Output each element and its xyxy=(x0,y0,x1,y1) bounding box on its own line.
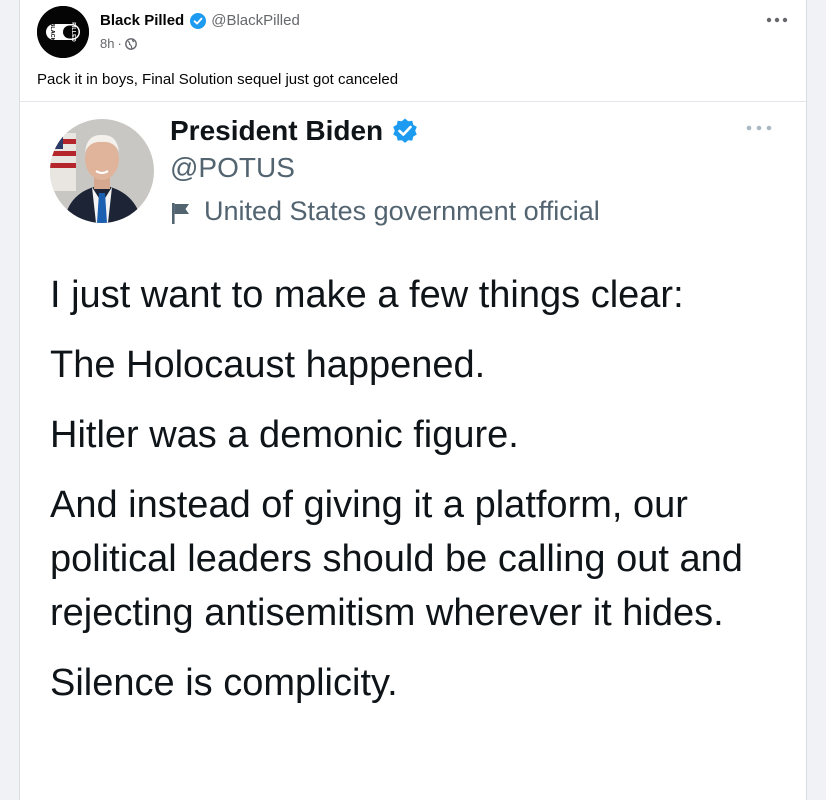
tweet-author-name: President Biden xyxy=(170,114,419,148)
tweet-paragraph: The Holocaust happened. xyxy=(50,344,486,386)
verified-badge-icon xyxy=(190,13,207,29)
author-handle[interactable]: @BlackPilled xyxy=(211,11,300,31)
government-label: United States government official xyxy=(170,194,600,228)
more-options-button[interactable] xyxy=(762,8,792,32)
tweet-body: I just want to make a few things clear: … xyxy=(50,268,770,726)
avatar-text-left: BLACK xyxy=(49,22,55,41)
tweet-author-handle: @POTUS xyxy=(170,152,295,183)
post-header: BLACK PILLED Black Pilled @BlackPilled 8… xyxy=(20,0,806,64)
more-horizontal-icon xyxy=(766,17,788,23)
tweet-author-name-text: President Biden xyxy=(170,115,384,146)
tweet-paragraph: Hitler was a demonic figure. xyxy=(50,414,519,456)
globe-icon[interactable] xyxy=(124,38,137,50)
author-name[interactable]: Black Pilled xyxy=(100,11,184,31)
tweet-paragraph: I just want to make a few things clear: xyxy=(50,274,684,316)
more-horizontal-icon xyxy=(746,125,772,131)
post-card: BLACK PILLED Black Pilled @BlackPilled 8… xyxy=(19,0,807,800)
tweet-avatar xyxy=(50,119,154,223)
post-meta: 8h · xyxy=(100,36,137,52)
verified-badge-icon xyxy=(391,117,419,145)
tweet-paragraph: And instead of giving it a platform, our… xyxy=(50,484,743,634)
avatar-text-right: PILLED xyxy=(70,22,76,42)
post-time[interactable]: 8h xyxy=(100,36,114,52)
pill-logo: BLACK PILLED xyxy=(37,6,89,58)
flag-icon xyxy=(170,199,192,224)
post-text: Pack it in boys, Final Solution sequel j… xyxy=(37,71,399,88)
attached-tweet-image[interactable]: President Biden @POTUS United States gov… xyxy=(20,102,806,800)
meta-separator: · xyxy=(117,36,122,51)
tweet-more-icon xyxy=(744,118,774,138)
author-line: Black Pilled @BlackPilled xyxy=(100,11,300,31)
tweet-paragraph: Silence is complicity. xyxy=(50,662,398,704)
avatar[interactable]: BLACK PILLED xyxy=(37,6,89,58)
government-label-text: United States government official xyxy=(204,196,600,226)
